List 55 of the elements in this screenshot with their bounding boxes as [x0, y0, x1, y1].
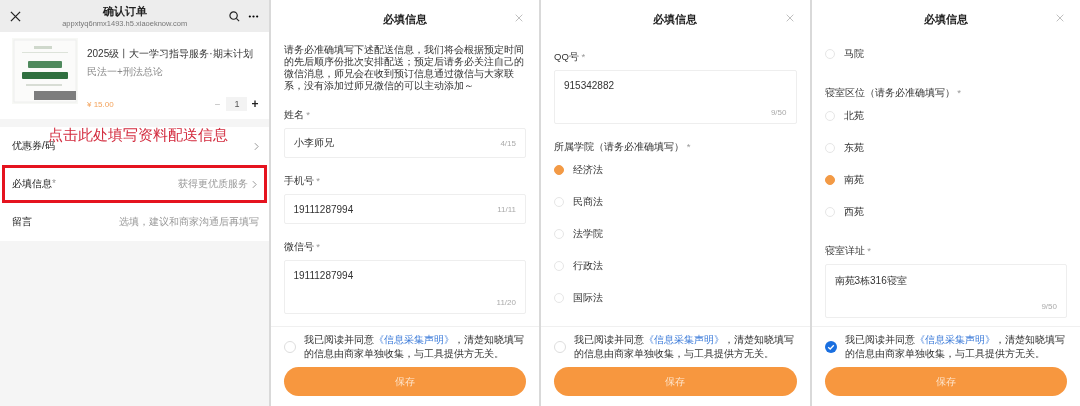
- annotation-text: 点击此处填写资料配送信息: [48, 126, 228, 143]
- search-icon[interactable]: [228, 10, 240, 22]
- increase-button[interactable]: +: [251, 97, 259, 111]
- product-title: 2025级丨大一学习指导服务·期末计划: [87, 47, 254, 61]
- agreement-text: 我已阅读并同意《信息采集声明》，清楚知晓填写的信息由商家单独收集，与工具提供方无关。: [844, 333, 1066, 361]
- char-counter: 9/50: [1041, 302, 1057, 311]
- radio-button[interactable]: [554, 165, 564, 175]
- quantity-field[interactable]: 1: [226, 97, 248, 111]
- field-label: 姓名 *: [283, 108, 311, 122]
- dialog-title: 必填信息: [653, 11, 698, 27]
- row-value: 选填，建议和商家沟通后再填写: [118, 215, 259, 229]
- field-label: 寝室详址 *: [824, 244, 872, 258]
- radio-button[interactable]: [824, 175, 835, 185]
- page-title: 确认订单: [102, 4, 147, 19]
- input-field[interactable]: 19111287994 11/20: [283, 260, 526, 314]
- char-counter: 11/20: [496, 298, 516, 307]
- input-field[interactable]: 南苑3栋316寝室 9/50: [824, 264, 1067, 318]
- input-field[interactable]: 915342882 9/50: [554, 70, 797, 124]
- input-field[interactable]: 小李师兄 4/15: [283, 128, 526, 158]
- checkbox[interactable]: [283, 341, 296, 353]
- row-value: 获得更优质服务: [177, 177, 248, 191]
- option-label[interactable]: 经济法: [573, 163, 603, 177]
- checkbox[interactable]: [824, 341, 837, 353]
- option-label[interactable]: 北苑: [843, 109, 864, 123]
- agreement-link[interactable]: 《信息采集声明》: [644, 334, 724, 345]
- option-label[interactable]: 东苑: [843, 141, 864, 155]
- close-icon[interactable]: [10, 10, 21, 22]
- char-counter: 11/11: [497, 204, 516, 214]
- char-counter: 9/50: [770, 108, 787, 117]
- option-label[interactable]: 西苑: [843, 205, 864, 219]
- dialog-title: 必填信息: [382, 11, 427, 27]
- option-label[interactable]: 马院: [843, 47, 864, 61]
- field-label: 所属学院（请务必准确填写） *: [554, 140, 692, 154]
- field-label: 寝室区位（请务必准确填写） *: [824, 86, 962, 100]
- notice-text: 请务必准确填写下述配送信息，我们将会根据预定时间的先后顺序份批次安排配送；预定后请务必关注自己的微信消息，师兄会在收到预订信息通过微信与大家联系，没有添加过师兄微信的可以主动添加～: [283, 44, 525, 92]
- agreement-link[interactable]: 《信息采集声明》: [373, 334, 454, 345]
- dialog-title: 必填信息: [923, 11, 968, 27]
- option-label[interactable]: 国际法: [573, 291, 603, 305]
- agreement-text: 我已阅读并同意《信息采集声明》，清楚知晓填写的信息由商家单独收集，与工具提供方无关。: [303, 333, 525, 361]
- product-price: ¥ 15.00: [87, 99, 115, 109]
- char-counter: 4/15: [500, 138, 516, 148]
- field-label: 手机号 *: [283, 174, 321, 188]
- row-label[interactable]: 必填信息*: [12, 177, 178, 191]
- option-label[interactable]: 行政法: [573, 259, 603, 273]
- checkbox[interactable]: [554, 341, 566, 353]
- row-label[interactable]: 留言: [12, 215, 119, 229]
- field-label: QQ号 *: [554, 50, 587, 64]
- input-field[interactable]: 19111287994 11/11: [283, 194, 526, 224]
- product-subtitle: 民法一+刑法总论: [87, 65, 164, 79]
- option-label[interactable]: 民商法: [573, 195, 603, 209]
- agreement-link[interactable]: 《信息采集声明》: [914, 334, 995, 345]
- option-label[interactable]: 法学院: [573, 227, 603, 241]
- option-label[interactable]: 南苑: [843, 173, 864, 187]
- field-label: 微信号 *: [283, 240, 321, 254]
- agreement-text: 我已阅读并同意《信息采集声明》，清楚知晓填写的信息由商家单独收集，与工具提供方无关。: [574, 333, 795, 361]
